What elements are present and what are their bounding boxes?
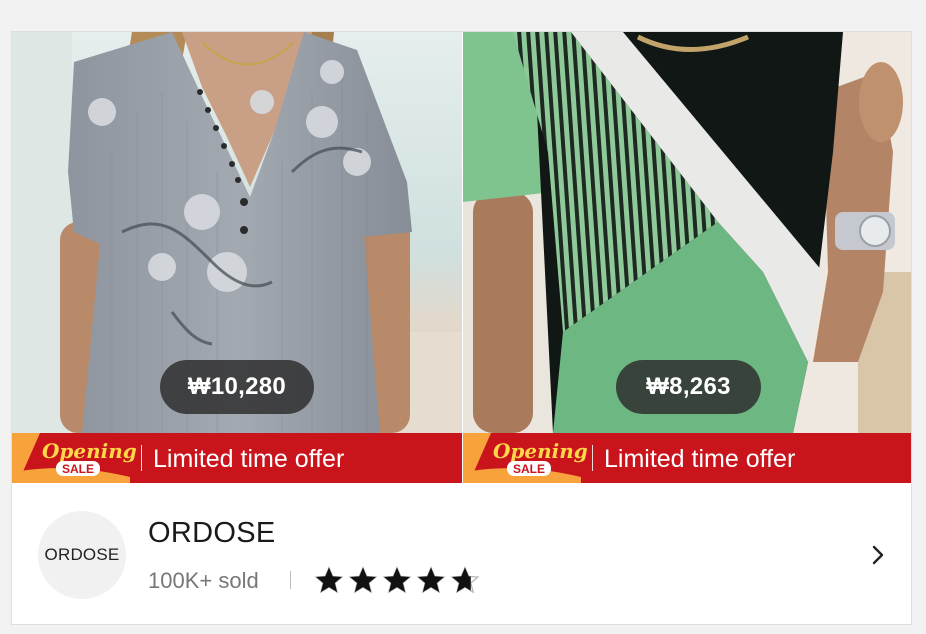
promo-divider — [141, 445, 142, 471]
store-logo[interactable]: ORDOSE — [38, 511, 126, 599]
store-info-row[interactable]: ORDOSE ORDOSE 100K+ sold — [12, 483, 911, 624]
store-name[interactable]: ORDOSE — [148, 517, 276, 550]
price-pill: ₩10,280 — [160, 360, 314, 414]
sold-count: 100K+ sold — [148, 568, 259, 593]
star-full-icon — [416, 566, 446, 594]
opening-sale-badge: Opening SALE — [463, 433, 588, 483]
meta-divider — [290, 571, 291, 589]
chevron-right-icon[interactable] — [868, 543, 888, 567]
product-grid: ₩10,280 Opening SALE Limited time offer — [12, 32, 911, 483]
badge-line2: SALE — [513, 462, 545, 476]
store-card: ₩10,280 Opening SALE Limited time offer — [11, 31, 912, 625]
price-pill: ₩8,263 — [616, 360, 761, 414]
badge-line1: Opening — [42, 439, 137, 463]
promo-text: Limited time offer — [153, 445, 345, 473]
promo-divider — [592, 445, 593, 471]
badge-line1: Opening — [493, 439, 588, 463]
star-partial-icon — [450, 566, 480, 594]
opening-sale-badge: Opening SALE — [12, 433, 137, 483]
promo-banner: Opening SALE Limited time offer — [12, 433, 462, 483]
product-card[interactable]: ₩8,263 Opening SALE Limited time offer — [463, 32, 911, 483]
star-full-icon — [314, 566, 344, 594]
star-full-icon — [348, 566, 378, 594]
promo-text: Limited time offer — [604, 445, 796, 473]
star-full-icon — [382, 566, 412, 594]
product-card[interactable]: ₩10,280 Opening SALE Limited time offer — [12, 32, 462, 483]
badge-line2: SALE — [62, 462, 94, 476]
promo-banner: Opening SALE Limited time offer — [463, 433, 911, 483]
star-rating — [312, 566, 482, 594]
